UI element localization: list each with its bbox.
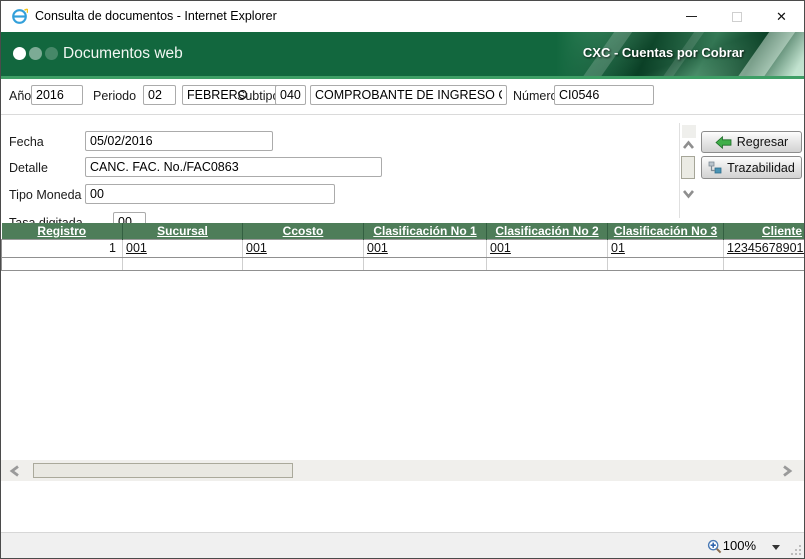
scroll-up-icon[interactable]: [682, 140, 695, 150]
column-header-ccosto[interactable]: Ccosto: [242, 223, 364, 239]
year-field[interactable]: [31, 85, 83, 105]
browser-window: Consulta de documentos - Internet Explor…: [0, 0, 805, 559]
column-header-clasificacion3[interactable]: Clasificación No 3: [607, 223, 724, 239]
dot-icon: [13, 47, 26, 60]
back-arrow-icon: [715, 135, 732, 149]
zoom-level[interactable]: 100%: [723, 533, 756, 558]
currency-type-field[interactable]: [85, 184, 335, 204]
internet-explorer-icon: [12, 8, 28, 24]
close-icon: ✕: [776, 9, 787, 24]
table-cell[interactable]: 001: [122, 238, 243, 258]
title-bar: Consulta de documentos - Internet Explor…: [1, 1, 804, 32]
table-cell: 1: [1, 238, 123, 258]
detail-field[interactable]: [85, 157, 382, 177]
scroll-left-icon[interactable]: [9, 465, 20, 477]
currency-type-label: Tipo Moneda: [9, 188, 82, 202]
traceability-icon: [708, 161, 722, 174]
dot-icon: [29, 47, 42, 60]
date-label: Fecha: [9, 135, 44, 149]
table-header-row: Registro Sucursal Ccosto Clasificación N…: [1, 223, 804, 239]
column-header-cliente[interactable]: Cliente: [723, 223, 804, 239]
header-separator: [1, 76, 804, 79]
table-cell[interactable]: 01: [607, 238, 724, 258]
status-bar: 100%: [1, 532, 804, 558]
detail-label: Detalle: [9, 161, 48, 175]
table-cell: [486, 257, 608, 271]
traceability-button[interactable]: Trazabilidad: [701, 156, 802, 179]
resize-grip[interactable]: [791, 545, 801, 555]
table-cell[interactable]: 001: [242, 238, 364, 258]
window-title: Consulta de documentos - Internet Explor…: [35, 9, 277, 23]
column-header-clasificacion1[interactable]: Clasificación No 1: [363, 223, 487, 239]
table-cell: [607, 257, 724, 271]
table-cell: [363, 257, 487, 271]
zoom-dropdown-caret[interactable]: [772, 545, 780, 550]
table-row: 1001001001001011234567890123: [1, 238, 804, 258]
clipped-field-row: Tasa digitada: [1, 208, 421, 223]
maximize-button[interactable]: [714, 1, 759, 32]
table-cell: [242, 257, 364, 271]
column-header-registro[interactable]: Registro: [1, 223, 123, 239]
vertical-scrollbar: [679, 123, 696, 218]
page-title: Documentos web: [63, 45, 183, 62]
period-code-field[interactable]: [143, 85, 176, 105]
scroll-down-icon[interactable]: [682, 189, 695, 199]
table-cell: [1, 257, 123, 271]
dot-icon: [45, 47, 58, 60]
number-field[interactable]: [554, 85, 654, 105]
scroll-right-icon[interactable]: [782, 465, 793, 477]
back-button[interactable]: Regresar: [701, 131, 802, 153]
vertical-scroll-thumb[interactable]: [681, 156, 695, 179]
rate-field[interactable]: [113, 212, 146, 223]
table-cell: [122, 257, 243, 271]
table-cell[interactable]: 1234567890123: [723, 238, 804, 258]
minimize-icon: [686, 16, 697, 18]
header-dots: [13, 47, 61, 65]
table-cell[interactable]: 001: [486, 238, 608, 258]
year-label: Año: [9, 89, 32, 103]
module-title: CXC - Cuentas por Cobrar: [582, 45, 744, 60]
column-header-clasificacion2[interactable]: Clasificación No 2: [486, 223, 608, 239]
zoom-magnifier-icon[interactable]: [707, 539, 722, 554]
maximize-icon: [731, 11, 742, 22]
traceability-button-label: Trazabilidad: [727, 160, 795, 175]
section-divider: [1, 114, 804, 115]
table-cell: [723, 257, 804, 271]
rate-label: Tasa digitada: [9, 216, 83, 223]
horizontal-scrollbar: [1, 460, 804, 481]
table-row: [1, 257, 804, 271]
page-header: Documentos web CXC - Cuentas por Cobrar: [1, 32, 804, 76]
subtype-label: Subtipo: [237, 89, 280, 103]
scrollbar-cap: [682, 125, 696, 138]
subtype-code-field[interactable]: [275, 85, 306, 105]
date-field[interactable]: [85, 131, 273, 151]
table-cell[interactable]: 001: [363, 238, 487, 258]
close-button[interactable]: ✕: [759, 1, 804, 32]
period-label: Periodo: [93, 89, 137, 103]
number-label: Número: [513, 89, 558, 103]
column-header-sucursal[interactable]: Sucursal: [122, 223, 243, 239]
back-button-label: Regresar: [736, 135, 789, 149]
documents-table: Registro Sucursal Ccosto Clasificación N…: [1, 223, 804, 271]
minimize-button[interactable]: [669, 1, 714, 32]
horizontal-scroll-thumb[interactable]: [33, 463, 293, 478]
subtype-name-field[interactable]: [310, 85, 507, 105]
